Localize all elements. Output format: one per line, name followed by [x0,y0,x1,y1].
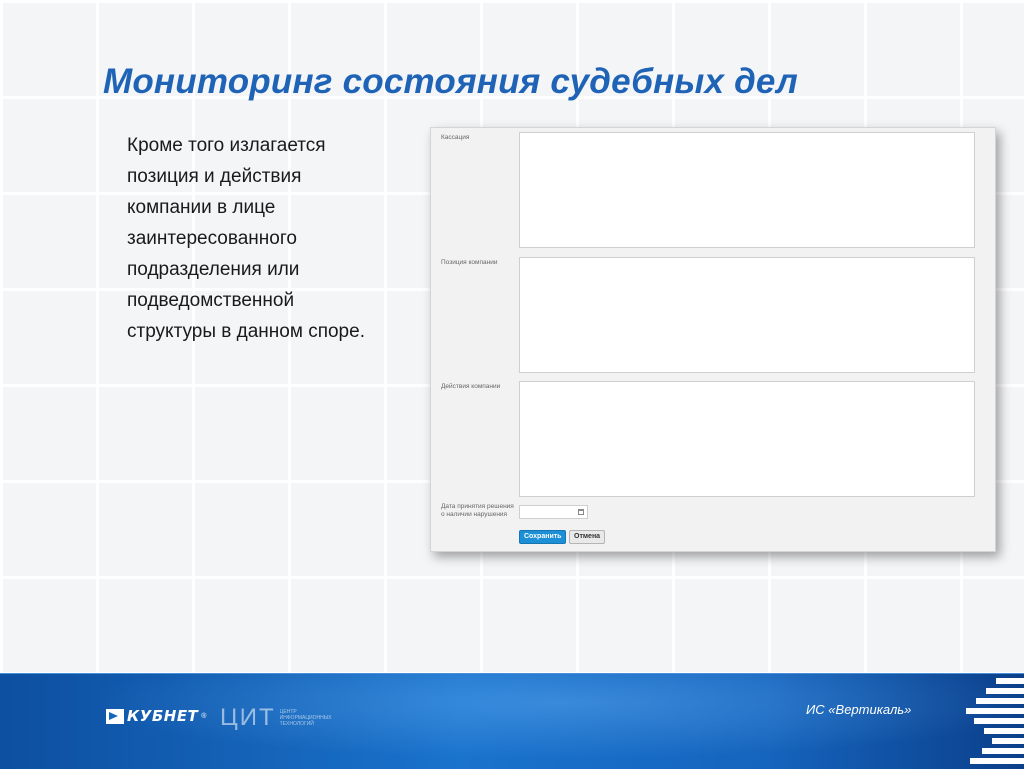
calendar-icon[interactable] [578,509,584,515]
body-line: структуры в данном споре. [127,321,365,342]
decision-date-input[interactable] [519,505,588,519]
field-label: Действия компании [441,383,501,390]
body-line: компании в лице [127,197,276,218]
cassation-textarea[interactable] [519,132,975,248]
stripes-decoration-icon [964,674,1024,769]
cit-logo: ЦИТ ЦЕНТР ИНФОРМАЦИОННЫХ ТЕХНОЛОГИЙ [220,704,342,732]
field-label: Позиция компании [441,259,498,266]
body-line: заинтересованного [127,228,297,249]
kubnet-logo: КУБНЕТ ® [106,707,206,725]
body-line: позиция и действия [127,166,302,187]
system-name-caption: ИС «Вертикаль» [806,702,912,717]
company-position-textarea[interactable] [519,257,975,373]
body-line: подведомственной [127,290,295,311]
kubnet-logo-text: КУБНЕТ [127,707,199,725]
cancel-button[interactable]: Отмена [569,530,606,544]
body-line: подразделения или [127,259,300,280]
field-label: Дата принятия решения о наличии нарушени… [441,503,514,518]
slide-body-text: Кроме того излагается позиция и действия… [127,130,427,347]
slide-title: Мониторинг состояния судебных дел [103,62,798,101]
footer-bar: КУБНЕТ ® ЦИТ ЦЕНТР ИНФОРМАЦИОННЫХ ТЕХНОЛ… [0,673,1024,769]
kubnet-logo-icon [106,708,124,724]
cit-logo-text: ЦИТ [220,704,276,731]
cit-logo-subtitle: ЦЕНТР ИНФОРМАЦИОННЫХ ТЕХНОЛОГИЙ [279,709,332,727]
company-actions-textarea[interactable] [519,381,975,497]
body-line: Кроме того излагается [127,135,326,156]
slide: Мониторинг состояния судебных дел Кроме … [0,0,1024,769]
field-label: Кассация [441,134,470,141]
form-screenshot: Кассация Позиция компании Действия компа… [430,127,996,552]
registered-mark: ® [201,712,207,720]
save-button[interactable]: Сохранить [519,530,567,544]
